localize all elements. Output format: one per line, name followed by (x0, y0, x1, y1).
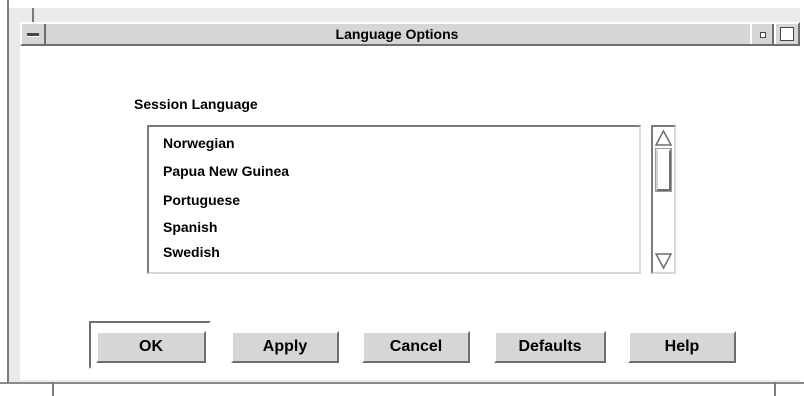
list-item-language[interactable]: Portuguese (163, 188, 240, 212)
cancel-button[interactable]: Cancel (362, 331, 470, 363)
scrollbar-thumb[interactable] (655, 148, 672, 192)
session-language-label: Session Language (134, 96, 258, 112)
list-item-language[interactable]: Swedish (163, 240, 220, 264)
frame-top-edge[interactable] (0, 0, 804, 8)
defaults-button[interactable]: Defaults (494, 331, 606, 363)
frame-corner-mark (32, 8, 34, 22)
maximize-icon (780, 27, 794, 41)
frame-left-edge[interactable] (0, 0, 9, 396)
apply-button[interactable]: Apply (231, 331, 339, 363)
window-menu-button[interactable] (22, 24, 46, 44)
frame-corner-mark (52, 382, 54, 396)
ok-button[interactable]: OK (96, 331, 206, 363)
list-item-language[interactable]: Norwegian (163, 131, 235, 155)
maximize-button[interactable] (774, 24, 798, 44)
scroll-down-arrow-icon[interactable] (655, 252, 672, 270)
title-bar[interactable]: Language Options (20, 22, 800, 46)
list-item-language[interactable]: Papua New Guinea (163, 159, 289, 183)
list-item-language[interactable]: Spanish (163, 215, 217, 239)
minimize-button[interactable] (750, 24, 774, 44)
frame-right-edge[interactable] (800, 0, 804, 396)
frame-corner-mark (774, 382, 776, 396)
session-language-list[interactable]: Norwegian Papua New Guinea Portuguese Sp… (147, 125, 641, 274)
window-frame: Language Options Session Language Norweg… (0, 0, 804, 396)
frame-bottom-edge[interactable] (0, 382, 804, 396)
help-button[interactable]: Help (628, 331, 736, 363)
window-menu-icon (27, 33, 39, 37)
window-title: Language Options (335, 26, 459, 42)
minimize-icon (760, 32, 766, 38)
list-scrollbar[interactable] (651, 125, 676, 274)
scroll-up-arrow-icon[interactable] (655, 129, 672, 147)
dialog-body: Session Language Norwegian Papua New Gui… (20, 46, 800, 380)
